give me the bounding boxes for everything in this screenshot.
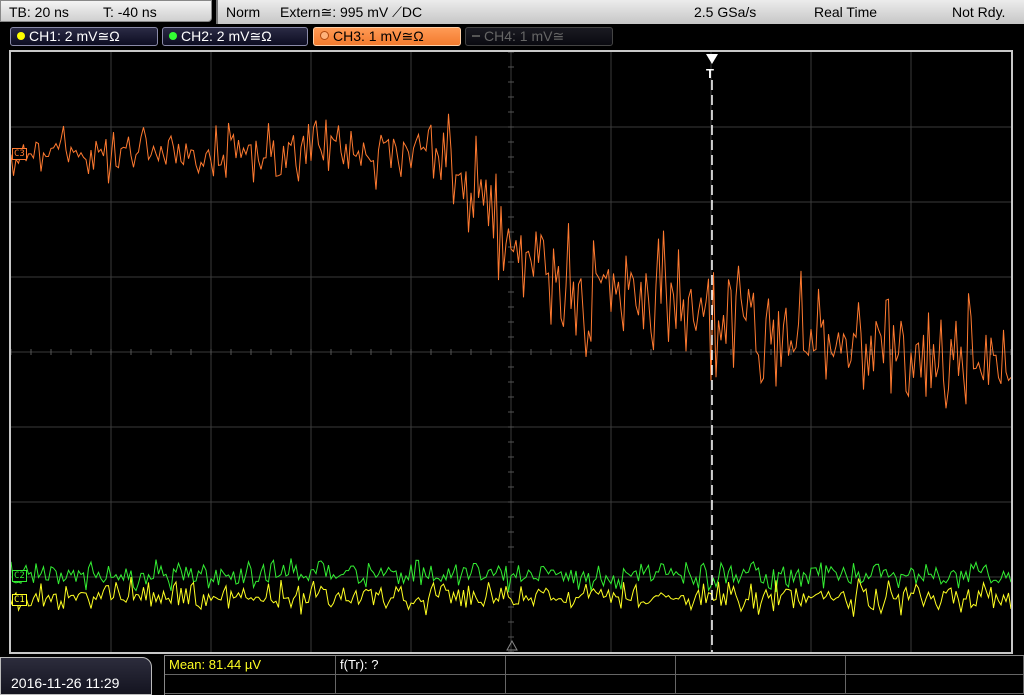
channel-3-label: CH3: 1 mV≅Ω <box>333 28 424 44</box>
measure-3-cell[interactable] <box>506 656 676 675</box>
waveform-display[interactable]: C3 C2 C1 T <box>9 50 1013 654</box>
status-label: Not Rdy. <box>952 4 1006 20</box>
channel-4-label: CH4: 1 mV≅ <box>484 28 565 44</box>
ch3-marker[interactable]: C3 <box>12 148 27 160</box>
trigger-arrow-icon[interactable] <box>706 54 718 64</box>
waveform-grid <box>11 52 1011 652</box>
channel-2-label: CH2: 2 mV≅Ω <box>181 28 272 44</box>
measure-10-cell[interactable] <box>846 675 1024 694</box>
channel-4-button[interactable]: CH4: 1 mV≅ <box>465 27 613 46</box>
measure-9-cell[interactable] <box>676 675 846 694</box>
channel-1-label: CH1: 2 mV≅Ω <box>29 28 120 44</box>
channel-2-button[interactable]: CH2: 2 mV≅Ω <box>162 27 308 46</box>
measure-1-cell[interactable]: Mean: 81.44 µV <box>165 656 336 675</box>
channel-3-button[interactable]: CH3: 1 mV≅Ω <box>313 27 461 46</box>
channel-2-dot-icon <box>169 32 177 40</box>
measure-8-cell[interactable] <box>506 675 676 694</box>
trigger-mode-label: Norm <box>226 4 261 20</box>
trigger-marker-label: T <box>706 66 714 81</box>
acquisition-info-bar[interactable]: Norm Extern≅: 995 mV ⟋DC 2.5 GSa/s Real … <box>216 0 1024 24</box>
measure-2-cell[interactable]: f(Tr): ? <box>336 656 506 675</box>
sample-rate-label: 2.5 GSa/s <box>694 4 757 20</box>
trigger-source-label: Extern≅: 995 mV ⟋DC <box>280 4 423 20</box>
measure-4-cell[interactable] <box>676 656 846 675</box>
measurement-table[interactable]: Mean: 81.44 µV f(Tr): ? <box>164 655 1024 695</box>
channel-3-dot-icon <box>320 31 329 40</box>
measure-7-cell[interactable] <box>336 675 506 694</box>
acquisition-mode-label: Real Time <box>814 4 878 20</box>
bottom-bar: 2016-11-26 11:29 Mean: 81.44 µV f(Tr): ? <box>0 655 1024 695</box>
ch1-marker[interactable]: C1 <box>12 594 27 606</box>
channel-1-dot-icon <box>17 32 25 40</box>
timebase-box[interactable]: TB: 20 ns T: -40 ns <box>0 0 212 22</box>
trigger-time-label: T: -40 ns <box>103 4 157 20</box>
measure-5-cell[interactable] <box>846 656 1024 675</box>
channel-4-dash-icon <box>472 35 480 37</box>
ch2-marker[interactable]: C2 <box>12 570 27 582</box>
datetime-label: 2016-11-26 11:29 <box>11 675 120 691</box>
timebase-label: TB: 20 ns <box>9 4 69 20</box>
channel-1-button[interactable]: CH1: 2 mV≅Ω <box>10 27 158 46</box>
top-status-bar: TB: 20 ns T: -40 ns Norm Extern≅: 995 mV… <box>0 0 1024 24</box>
measure-6-cell[interactable] <box>165 675 336 694</box>
channel-row: CH1: 2 mV≅Ω CH2: 2 mV≅Ω CH3: 1 mV≅Ω CH4:… <box>0 26 1024 48</box>
datetime-box: 2016-11-26 11:29 <box>0 657 152 695</box>
center-marker-icon <box>506 639 518 651</box>
